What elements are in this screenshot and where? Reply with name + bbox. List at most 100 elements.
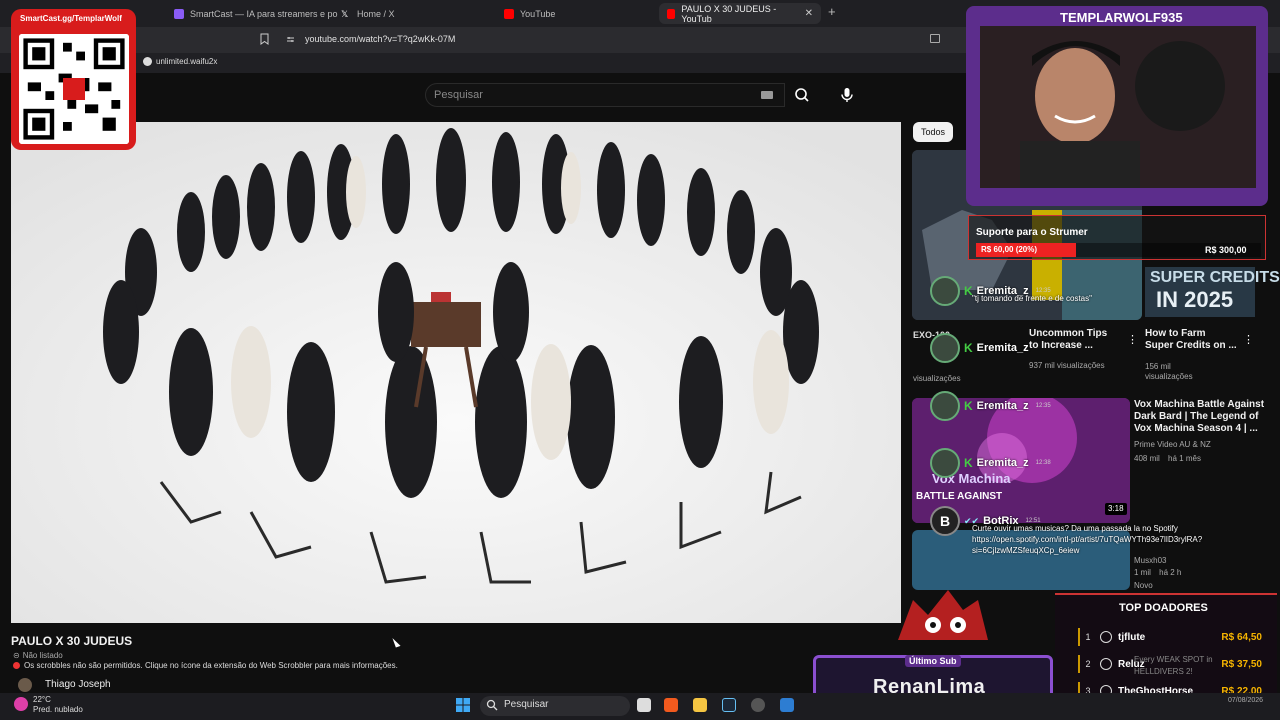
channel-name[interactable]: Thiago Joseph: [45, 679, 111, 690]
bot-avatar: B: [930, 506, 960, 536]
search-icon: [795, 88, 809, 102]
partial-title: HELLDIVERS 2!: [1134, 667, 1193, 676]
thumbnail-text: BATTLE AGAINST: [916, 491, 1003, 502]
search-button[interactable]: [785, 83, 819, 107]
donor-rank: 2: [1085, 659, 1091, 669]
taskbar-search[interactable]: [480, 696, 630, 716]
qr-code-image: [19, 34, 129, 144]
new-badge: Novo: [1134, 581, 1153, 590]
recommendation-title[interactable]: Vox Machina Battle Against Dark Bard | T…: [1134, 399, 1264, 435]
avatar: [930, 448, 960, 478]
tab-active-video[interactable]: PAULO X 30 JUDEUS - YouTub ✕: [659, 3, 821, 24]
steam-icon[interactable]: [722, 698, 736, 712]
tab-label: PAULO X 30 JUDEUS - YouTub: [681, 3, 777, 24]
close-tab-icon[interactable]: ✕: [805, 8, 813, 19]
video-title: PAULO X 30 JUDEUS: [11, 634, 133, 648]
unlisted-icon: ⊝: [13, 651, 20, 660]
donor-rank: 1: [1085, 632, 1091, 642]
keyboard-icon[interactable]: [761, 91, 773, 99]
video-player[interactable]: [11, 122, 901, 623]
recommendation-views: 937 mil visualizações: [1029, 361, 1105, 370]
donor-row: 1 tjflute R$ 64,50: [1078, 628, 1262, 646]
chat-username: Eremita_z: [976, 342, 1029, 354]
meta-line: visualizações: [1145, 372, 1193, 381]
recommendation-title[interactable]: How to Farm Super Credits on ...: [1145, 328, 1237, 352]
chat-line: https://open.spotify.com/intl-pt/artist/…: [972, 535, 1203, 544]
chat-username: Eremita_z: [976, 457, 1029, 469]
chat-message: K Eremita_z 12:38: [930, 448, 1051, 478]
task-view-icon[interactable]: [637, 698, 651, 712]
donor-avatar-icon: [1100, 631, 1112, 643]
obs-icon[interactable]: [751, 698, 765, 712]
bookmark-item[interactable]: unlimited.waifu2x: [143, 57, 217, 66]
search-icon: [486, 699, 498, 711]
filter-chip-all[interactable]: Todos: [913, 122, 953, 142]
title-line: Super Credits on ...: [1145, 340, 1237, 351]
screen-cast-icon[interactable]: [930, 34, 940, 43]
title-line: to Increase ...: [1029, 340, 1093, 351]
donor-amount: R$ 64,50: [1221, 631, 1262, 643]
kick-icon: K: [964, 341, 973, 355]
recommendation-views: 1 mil há 2 h: [1134, 568, 1181, 578]
kick-icon: K: [964, 399, 973, 413]
recommendation-title[interactable]: Uncommon Tips to Increase ...: [1029, 328, 1107, 352]
bookmark-icon[interactable]: [260, 33, 269, 45]
streamer-name: TEMPLARWOLF935: [1060, 10, 1183, 25]
clock[interactable]: 07/08/2026: [1228, 696, 1263, 706]
views: 1 mil: [1134, 568, 1151, 577]
bookmark-favicon-icon: [143, 57, 152, 66]
webcam-feed: [980, 26, 1256, 188]
chat-time: 12:35: [1035, 403, 1051, 409]
file-explorer-icon[interactable]: [693, 698, 707, 712]
chat-message: K Eremita_z: [930, 333, 1029, 363]
youtube-icon: [667, 8, 676, 19]
meta-line: 156 mil: [1145, 362, 1171, 371]
weather-icon[interactable]: [14, 697, 28, 711]
video-duration: 3:18: [1105, 503, 1127, 515]
recommendation-channel[interactable]: Prime Video AU & NZ: [1134, 440, 1211, 450]
temperature: 22°C: [33, 695, 51, 704]
chat-time: 12:38: [1035, 460, 1051, 466]
brave-icon[interactable]: [664, 698, 678, 712]
recommendation-views: 408 mil há 1 mês: [1134, 454, 1201, 464]
tab-x[interactable]: 𝕏 Home / X: [333, 3, 403, 24]
top-donors-title: TOP DOADORES: [1119, 602, 1208, 614]
title-line: Uncommon Tips: [1029, 328, 1108, 339]
chat-username: Eremita_z: [976, 400, 1029, 412]
tab-smartcast[interactable]: SmartCast — IA para streamers e po: [166, 3, 346, 24]
chat-message: K Eremita_z 12:35: [930, 391, 1051, 421]
tab-youtube[interactable]: YouTube: [496, 3, 563, 24]
search-placeholder: Pesquisar: [434, 89, 483, 101]
age: há 1 mês: [1168, 454, 1201, 463]
app-icon[interactable]: [780, 698, 794, 712]
partial-meta: visualizações: [913, 374, 961, 383]
visibility-label: Não listado: [22, 651, 63, 660]
weather-widget[interactable]: 22°C Pred. nublado: [33, 695, 83, 715]
support-goal-target: R$ 300,00: [1205, 245, 1247, 255]
site-info-icon[interactable]: [286, 35, 295, 44]
url-input[interactable]: youtube.com/watch?v=T?q2wKk-07M: [305, 34, 455, 44]
microphone-icon[interactable]: [838, 86, 856, 104]
windows-start-icon[interactable]: [455, 697, 471, 713]
taskbar-search-label: Pesquisar: [504, 699, 549, 710]
partial-title: Every WEAK SPOT in: [1134, 655, 1213, 664]
more-options-icon[interactable]: ⋮: [1127, 335, 1138, 346]
new-tab-button[interactable]: +: [828, 4, 836, 19]
chat-line: si=6CjlzwMZSfeuqXCp_6eiew: [972, 546, 1080, 555]
chat-text: "tj tomando de frente e de costas": [972, 294, 1092, 303]
channel-avatar[interactable]: [18, 678, 32, 692]
scrobbler-text: Os scrobbles não são permitidos. Clique …: [24, 661, 398, 670]
x-logo-icon: 𝕏: [341, 8, 349, 19]
title-line: Dark Bard | The Legend of: [1134, 411, 1259, 422]
wolf-mascot-image: [898, 590, 988, 640]
last-sub-label: Último Sub: [905, 655, 961, 667]
visibility-badge: ⊝ Não listado: [13, 651, 63, 660]
avatar: [930, 276, 960, 306]
tab-label: YouTube: [520, 8, 556, 19]
chat-text: Curte ouvir umas musicas? Da uma passada…: [972, 523, 1202, 556]
donor-avatar-icon: [1100, 658, 1112, 670]
more-options-icon[interactable]: ⋮: [1243, 335, 1254, 346]
title-line: Vox Machina Season 4 | ...: [1134, 423, 1258, 434]
scrobbler-notice: Os scrobbles não são permitidos. Clique …: [13, 661, 398, 670]
recommendation-channel[interactable]: Musxh03: [1134, 556, 1166, 566]
